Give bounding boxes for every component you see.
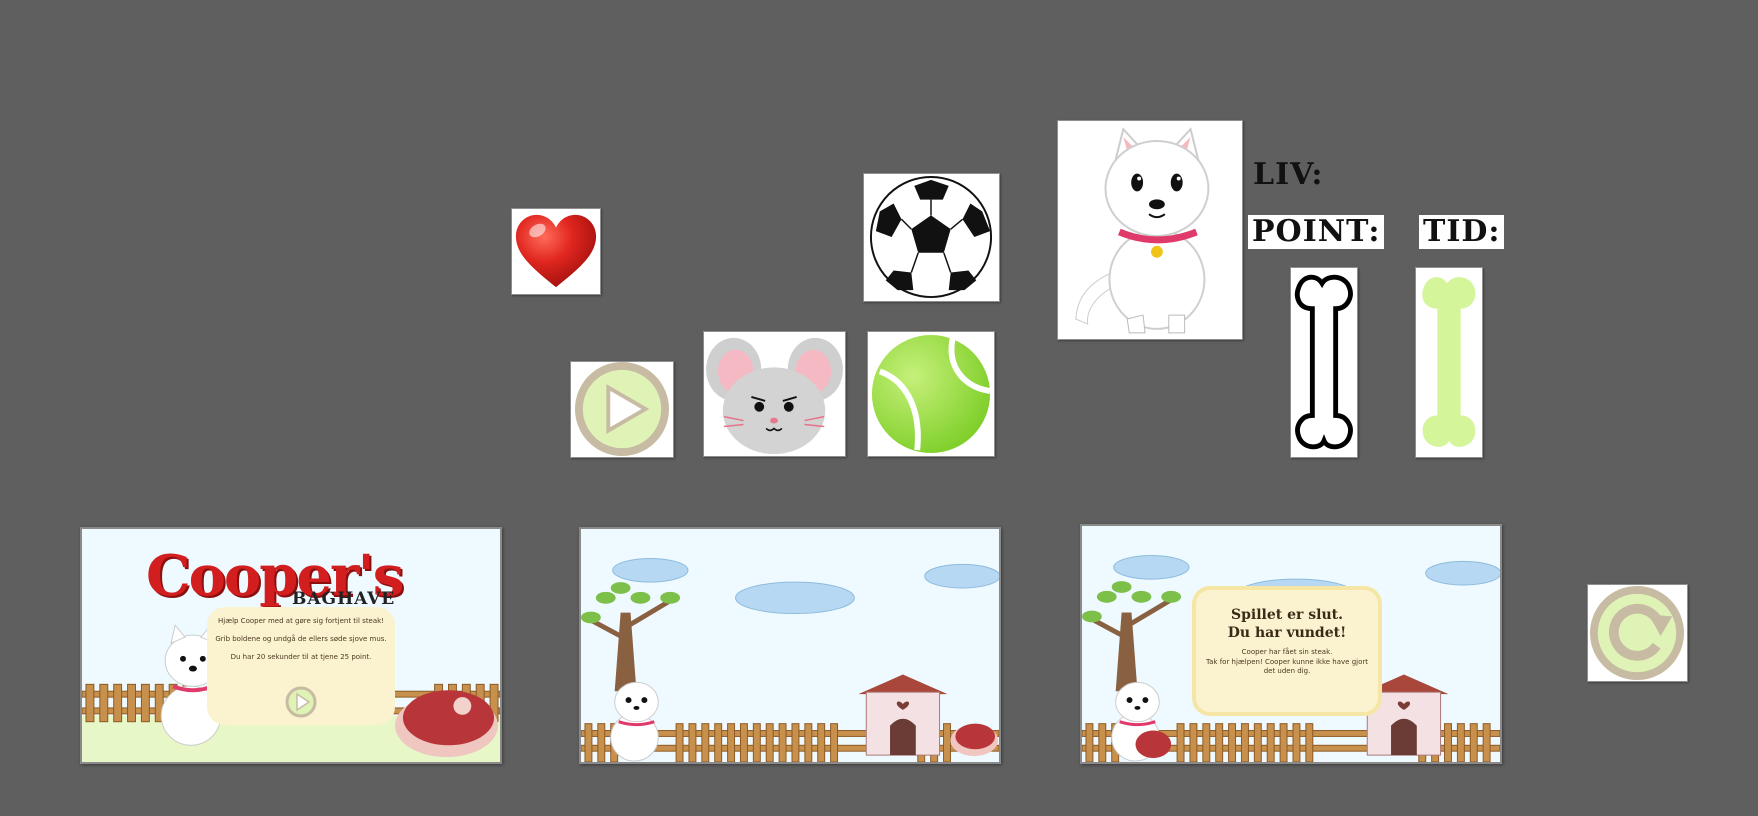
play-button-icon[interactable] xyxy=(571,362,673,457)
dog-asset xyxy=(1057,120,1243,340)
time-label: TID: xyxy=(1419,215,1505,249)
end-text-line-1: Cooper har fået sin steak. xyxy=(1241,648,1333,657)
end-panel: Spillet er slut. Du har vundet! Cooper h… xyxy=(1192,586,1382,716)
intro-line-3: Du har 20 sekunder til at tjene 25 point… xyxy=(230,653,372,661)
lives-label: LIV: xyxy=(1253,157,1324,192)
end-title-line-1: Spillet er slut. xyxy=(1231,607,1343,623)
dog-icon xyxy=(1075,127,1210,334)
end-text-line-3: det uden dig. xyxy=(1263,666,1311,675)
game-dog xyxy=(610,681,659,762)
soccer-ball-asset xyxy=(863,173,1000,302)
play-button-asset[interactable] xyxy=(570,361,674,458)
tennis-ball-asset xyxy=(867,331,995,457)
bone-filled-icon xyxy=(1422,277,1476,447)
replay-icon[interactable] xyxy=(1588,585,1687,681)
heart-icon xyxy=(515,214,597,288)
heart-asset xyxy=(511,208,601,295)
bone-outline-icon xyxy=(1294,274,1353,450)
mouse-icon xyxy=(706,337,843,455)
game-background xyxy=(581,529,999,762)
soccer-ball-icon xyxy=(869,175,993,299)
intro-screen: Cooper's BAGHAVE Hjælp Cooper med at gør… xyxy=(80,527,502,764)
intro-play-icon[interactable] xyxy=(284,685,318,719)
tennis-ball-icon xyxy=(871,334,991,454)
end-title-line-2: Du har vundet! xyxy=(1227,625,1347,642)
bone-outline-asset xyxy=(1290,267,1358,458)
end-text-line-2: Tak for hjælpen! Cooper kunne ikke have … xyxy=(1206,658,1368,667)
intro-panel: Hjælp Cooper med at gøre sig fortjent ti… xyxy=(207,607,395,725)
replay-button-asset[interactable] xyxy=(1587,584,1688,682)
bone-filled-asset xyxy=(1415,267,1483,458)
intro-logo-sub: BAGHAVE xyxy=(292,589,396,609)
game-screen xyxy=(579,527,1001,764)
end-screen: Spillet er slut. Du har vundet! Cooper h… xyxy=(1080,524,1502,764)
intro-line-1: Hjælp Cooper med at gøre sig fortjent ti… xyxy=(217,617,385,625)
points-label: POINT: xyxy=(1248,215,1385,249)
intro-line-2: Grib boldene og undgå de ellers søde sjo… xyxy=(215,635,387,643)
mouse-asset xyxy=(703,331,846,457)
